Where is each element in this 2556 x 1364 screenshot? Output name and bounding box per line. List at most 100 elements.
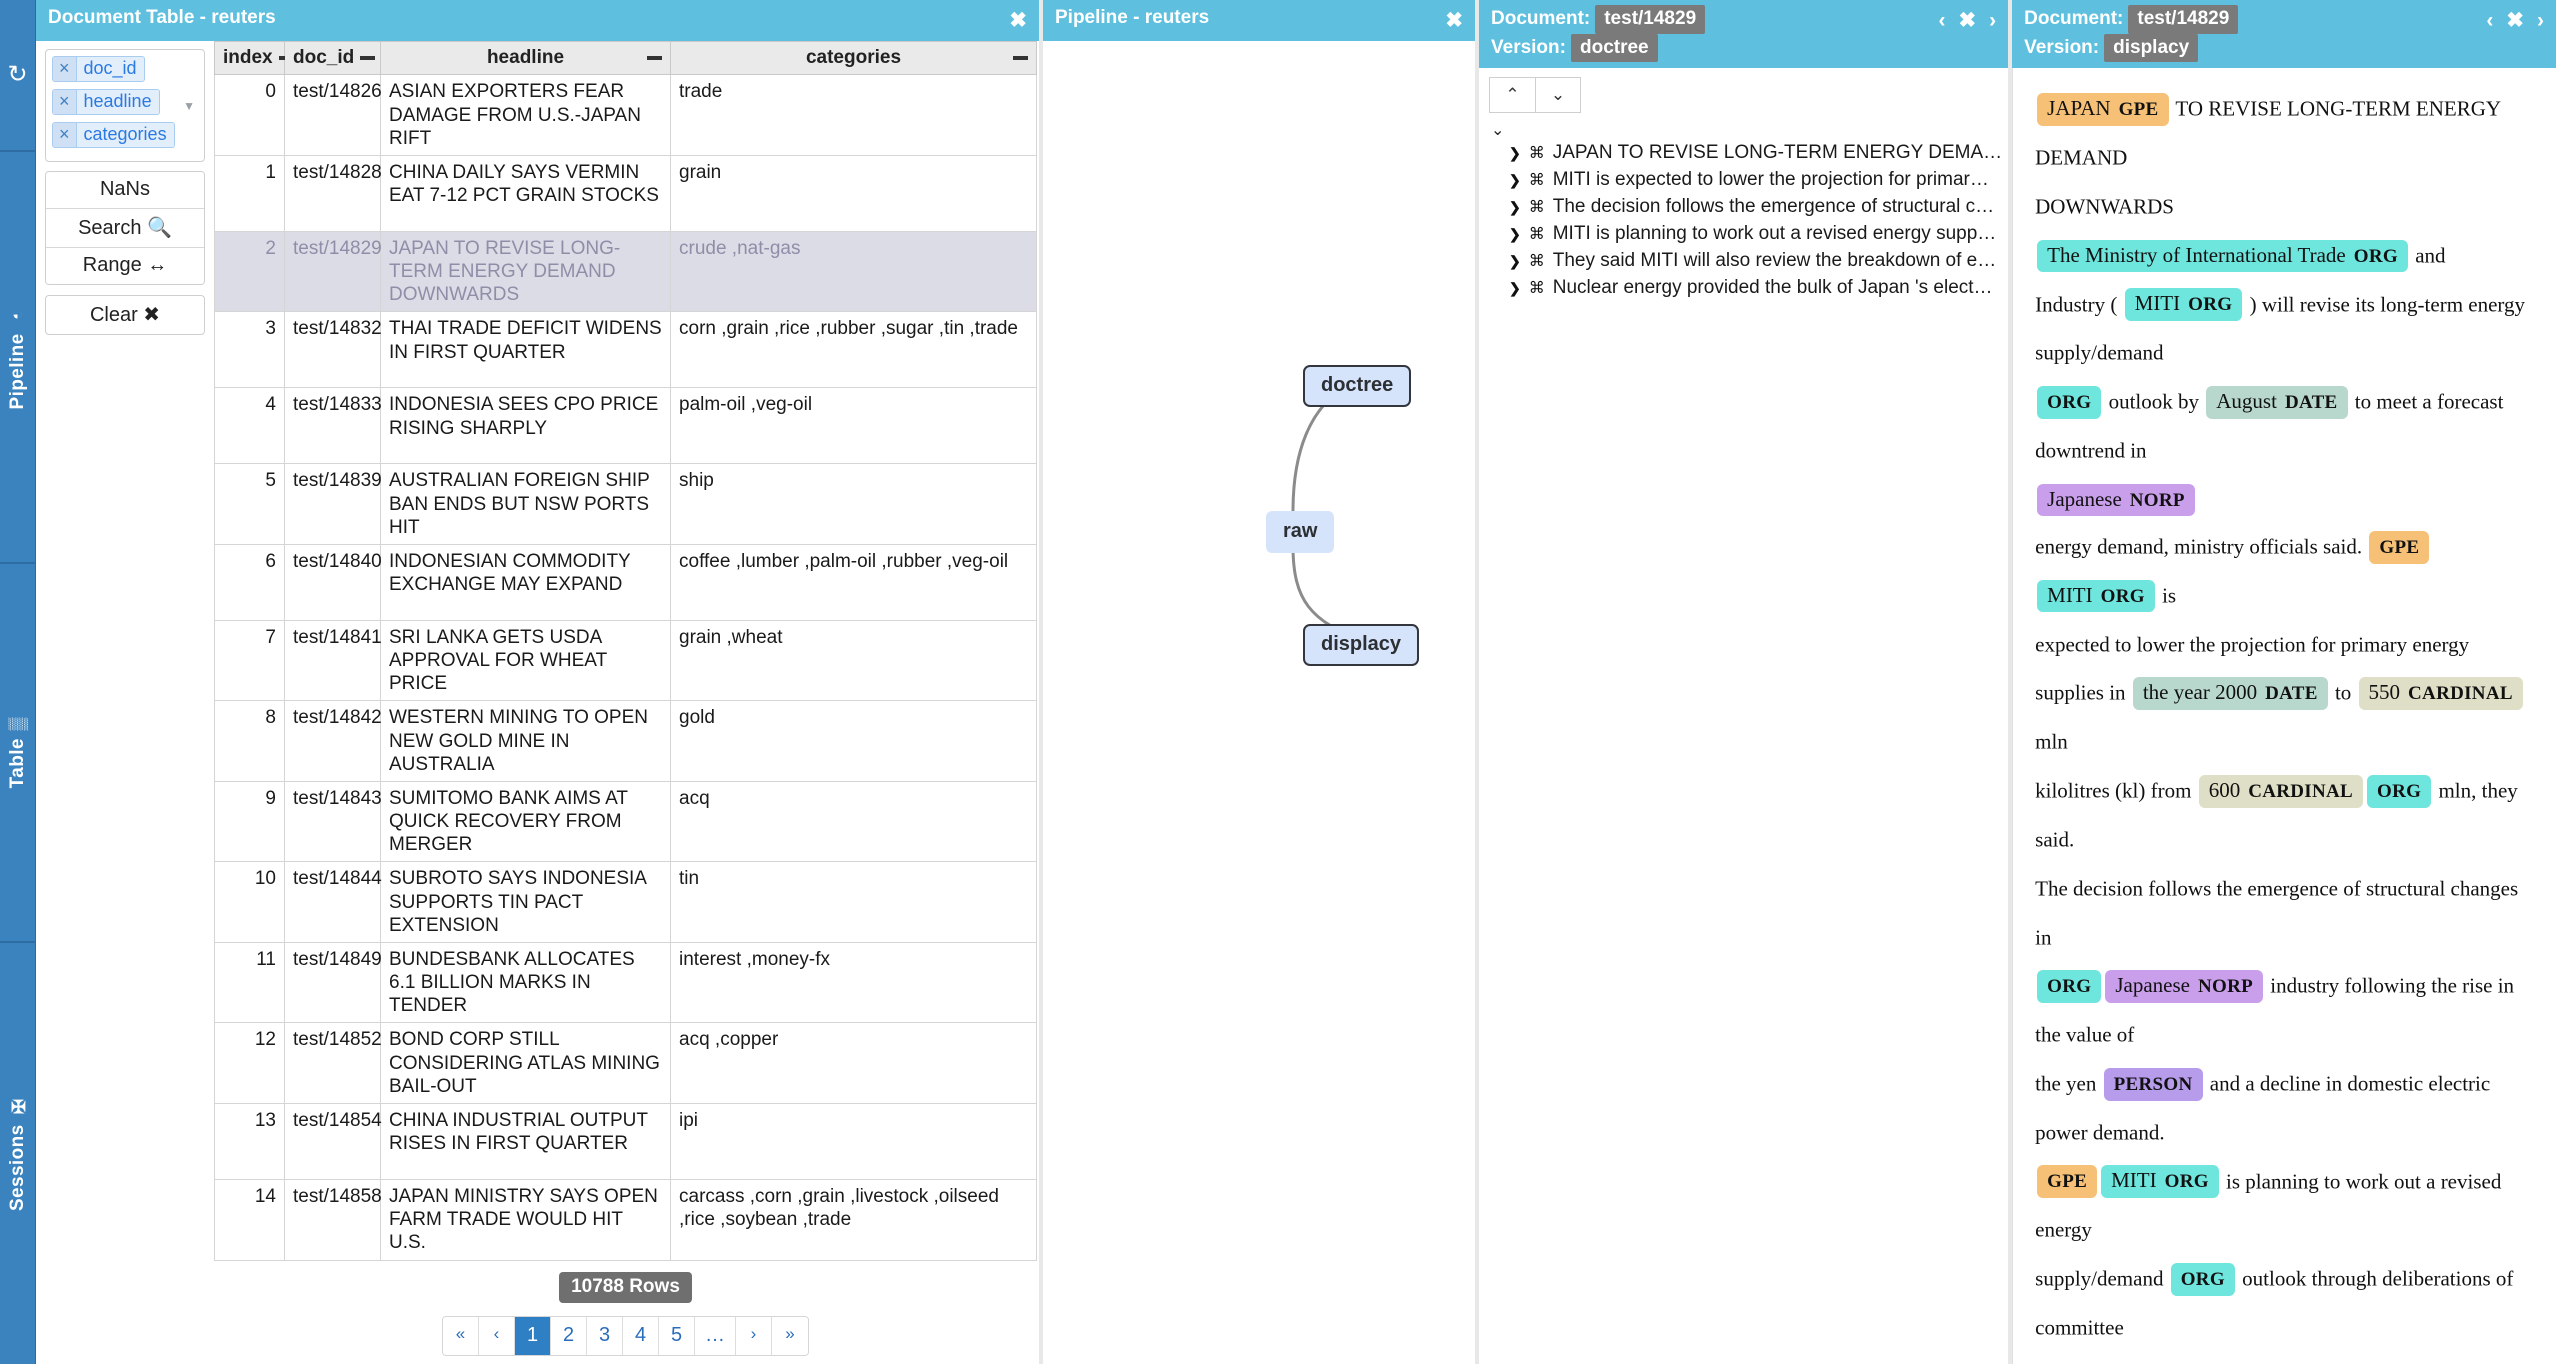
page-button-1[interactable]: 1 (515, 1317, 551, 1355)
table-row[interactable]: 8test/14842WESTERN MINING TO OPEN NEW GO… (215, 701, 1037, 782)
tree-item[interactable]: ❯⌘JAPAN TO REVISE LONG-TERM ENERGY DEMA… (1509, 140, 2002, 167)
next-icon[interactable]: › (1989, 7, 1996, 35)
page-button-«[interactable]: « (443, 1317, 479, 1355)
next-icon[interactable]: › (2537, 7, 2544, 35)
column-tag-box[interactable]: ×doc_id ×headline ×categories ▼ (45, 49, 205, 162)
entity-org[interactable]: MITIORG (2037, 580, 2155, 613)
close-icon[interactable]: ✖ (1959, 7, 1977, 35)
entity-org[interactable]: MITIORG (2101, 1165, 2219, 1198)
table-row[interactable]: 11test/14849BUNDESBANK ALLOCATES 6.1 BIL… (215, 942, 1037, 1023)
close-icon[interactable]: × (53, 123, 77, 147)
pipeline-graph[interactable]: raw doctree displacy (1043, 41, 1475, 1364)
entity-date[interactable]: the year 2000DATE (2133, 677, 2328, 710)
page-button-›[interactable]: › (736, 1317, 772, 1355)
close-icon[interactable]: × (53, 90, 77, 114)
entity-org[interactable]: ORG (2037, 386, 2101, 419)
column-header-categories[interactable]: categories (671, 42, 1037, 75)
prev-icon[interactable]: ‹ (2486, 7, 2493, 35)
close-icon[interactable]: ✖ (1445, 7, 1463, 35)
sidebar-item-table[interactable]: Table ▒ (0, 564, 35, 943)
entity-cardinal[interactable]: 600CARDINAL (2199, 775, 2363, 808)
nans-button[interactable]: NaNs (46, 172, 204, 209)
table-row[interactable]: 0test/14826ASIAN EXPORTERS FEAR DAMAGE F… (215, 75, 1037, 156)
entity-date[interactable]: AugustDATE (2206, 386, 2347, 419)
close-icon[interactable]: ✖ (2506, 7, 2524, 35)
page-button-…[interactable]: … (695, 1317, 736, 1355)
chevron-right-icon[interactable]: ❯ (1509, 172, 1521, 189)
table-row[interactable]: 3test/14832THAI TRADE DEFICIT WIDENS IN … (215, 312, 1037, 388)
table-row[interactable]: 5test/14839AUSTRALIAN FOREIGN SHIP BAN E… (215, 464, 1037, 545)
entity-norp[interactable]: JapaneseNORP (2037, 484, 2195, 517)
table-row[interactable]: 9test/14843SUMITOMO BANK AIMS AT QUICK R… (215, 781, 1037, 862)
clear-button[interactable]: Clear ✖ (45, 295, 205, 335)
table-row[interactable]: 10test/14844SUBROTO SAYS INDONESIA SUPPO… (215, 862, 1037, 943)
chevron-right-icon[interactable]: ❯ (1509, 253, 1521, 270)
table-row[interactable]: 2test/14829JAPAN TO REVISE LONG-TERM ENE… (215, 231, 1037, 312)
rail-refresh-section[interactable]: ↻ (0, 0, 35, 152)
chevron-down-icon[interactable]: ▼ (183, 99, 195, 113)
entity-gpe[interactable]: GPE (2037, 1165, 2097, 1198)
sort-indicator-icon[interactable] (1013, 56, 1028, 60)
page-button-4[interactable]: 4 (623, 1317, 659, 1355)
pipeline-node-displacy[interactable]: displacy (1303, 624, 1419, 666)
entity-cardinal[interactable]: 550CARDINAL (2359, 677, 2523, 710)
chevron-right-icon[interactable]: ❯ (1509, 226, 1521, 243)
tree-expand-down-button[interactable]: ⌄ (1535, 77, 1581, 113)
tree-item[interactable]: ❯⌘MITI is expected to lower the projecti… (1509, 167, 2002, 194)
tree-collapse-up-button[interactable]: ⌃ (1489, 77, 1535, 113)
column-tag-headline[interactable]: ×headline (52, 89, 160, 115)
table-row[interactable]: 12test/14852BOND CORP STILL CONSIDERING … (215, 1023, 1037, 1104)
table-row[interactable]: 7test/14841SRI LANKA GETS USDA APPROVAL … (215, 620, 1037, 701)
entity-person[interactable]: PERSON (2104, 1068, 2203, 1101)
pipeline-node-doctree[interactable]: doctree (1303, 365, 1411, 407)
refresh-icon[interactable]: ↻ (7, 63, 27, 87)
cell-headline: SRI LANKA GETS USDA APPROVAL FOR WHEAT P… (381, 620, 671, 701)
sessions-icon: ✠ (7, 1095, 29, 1116)
tree-item[interactable]: ❯⌘They said MITI will also review the br… (1509, 248, 2002, 275)
sort-indicator-icon[interactable] (647, 56, 662, 60)
pagination[interactable]: «‹12345…›» (442, 1316, 809, 1356)
entity-org[interactable]: The Ministry of International TradeORG (2037, 240, 2408, 273)
sort-indicator-icon[interactable] (360, 56, 375, 60)
table-row[interactable]: 13test/14854CHINA INDUSTRIAL OUTPUT RISE… (215, 1103, 1037, 1179)
tree-item[interactable]: ❯⌘MITI is planning to work out a revised… (1509, 221, 2002, 248)
page-button-2[interactable]: 2 (551, 1317, 587, 1355)
chevron-right-icon[interactable]: ❯ (1509, 280, 1521, 297)
entity-gpe[interactable]: GPE (2369, 531, 2429, 564)
column-tag-categories[interactable]: ×categories (52, 122, 175, 148)
chevron-right-icon[interactable]: ❯ (1509, 199, 1521, 216)
displacy-document-label: Document: (2024, 8, 2123, 29)
column-tag-doc_id[interactable]: ×doc_id (52, 56, 145, 82)
page-button-5[interactable]: 5 (659, 1317, 695, 1355)
table-row[interactable]: 14test/14858JAPAN MINISTRY SAYS OPEN FAR… (215, 1179, 1037, 1260)
table-row[interactable]: 1test/14828CHINA DAILY SAYS VERMIN EAT 7… (215, 155, 1037, 231)
column-header-headline[interactable]: headline (381, 42, 671, 75)
tree-item[interactable]: ❯⌘The decision follows the emergence of … (1509, 194, 2002, 221)
table-row[interactable]: 4test/14833INDONESIA SEES CPO PRICE RISI… (215, 388, 1037, 464)
prev-icon[interactable]: ‹ (1939, 7, 1946, 35)
page-button-»[interactable]: » (772, 1317, 808, 1355)
range-button[interactable]: Range ↔ (46, 248, 204, 284)
table-row[interactable]: 6test/14840INDONESIAN COMMODITY EXCHANGE… (215, 544, 1037, 620)
page-button-‹[interactable]: ‹ (479, 1317, 515, 1355)
cell-index: 1 (215, 155, 285, 231)
chevron-right-icon[interactable]: ❯ (1509, 145, 1521, 162)
search-button[interactable]: Search 🔍 (46, 209, 204, 248)
entity-gpe[interactable]: JAPANGPE (2037, 93, 2168, 126)
pipeline-node-raw[interactable]: raw (1266, 511, 1334, 553)
close-icon[interactable]: × (53, 57, 77, 81)
sidebar-item-pipeline[interactable]: Pipeline ◔ (0, 152, 35, 564)
column-header-doc_id[interactable]: doc_id (285, 42, 381, 75)
column-header-index[interactable]: index (215, 42, 285, 75)
sidebar-item-sessions[interactable]: Sessions ✠ (0, 943, 35, 1364)
entity-org[interactable]: ORG (2037, 970, 2101, 1003)
tree-item[interactable]: ❯⌘Nuclear energy provided the bulk of Ja… (1509, 275, 2002, 302)
tree-root-toggle[interactable]: ⌄ (1479, 117, 2008, 140)
close-icon[interactable]: ✖ (1009, 7, 1027, 35)
entity-org[interactable]: ORG (2171, 1263, 2235, 1296)
table-filter-sidebar: ×doc_id ×headline ×categories ▼ NaNs Searc… (36, 41, 214, 1364)
page-button-3[interactable]: 3 (587, 1317, 623, 1355)
entity-org[interactable]: ORG (2367, 775, 2431, 808)
entity-norp[interactable]: JapaneseNORP (2105, 970, 2263, 1003)
entity-org[interactable]: MITIORG (2125, 288, 2243, 321)
